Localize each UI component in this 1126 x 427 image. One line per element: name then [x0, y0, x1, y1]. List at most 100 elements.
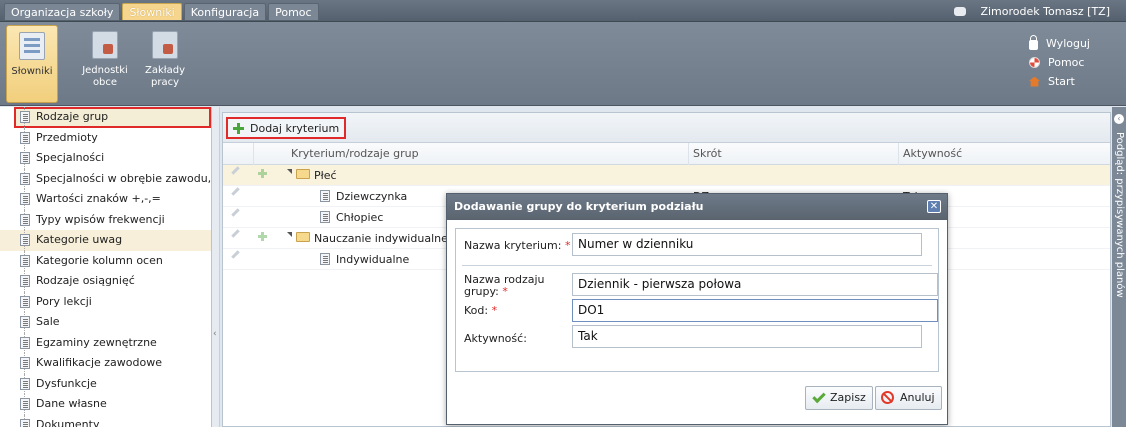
help-icon	[1029, 57, 1040, 68]
start-link[interactable]: Start	[1029, 72, 1090, 91]
document-icon	[20, 275, 30, 287]
sidebar-item-specjalnosci-zawodu[interactable]: Specjalności w obrębie zawodu, s	[0, 168, 211, 190]
sidebar-item-kwalifikacje[interactable]: Kwalifikacje zawodowe	[0, 353, 211, 374]
row-name: Dziewczynka	[336, 190, 408, 203]
document-icon	[320, 190, 330, 202]
check-icon	[812, 389, 826, 404]
criterion-field[interactable]: Numer w dzienniku	[572, 233, 922, 256]
edit-icon[interactable]	[231, 229, 240, 238]
column-header-short[interactable]: Skrót	[693, 147, 722, 160]
preview-panel-label: Podgląd: przypisywanych planów	[1114, 132, 1125, 298]
dialog-footer: Zapisz Anuluj	[455, 372, 942, 416]
code-input[interactable]: DO1	[572, 299, 938, 322]
document-icon	[20, 193, 30, 205]
sidebar-item-kategorie-kolumn[interactable]: Kategorie kolumn ocen	[0, 250, 211, 272]
menu-konfiguracja[interactable]: Konfiguracja	[183, 3, 267, 20]
edit-icon[interactable]	[231, 187, 240, 196]
sidebar-item-rodzaje-osiagniec[interactable]: Rodzaje osiągnięć	[0, 271, 211, 292]
sidebar-item-label: Specjalności	[36, 151, 105, 164]
sidebar-item-pory-lekcji[interactable]: Pory lekcji	[0, 291, 211, 313]
logout-link[interactable]: Wyloguj	[1029, 34, 1090, 53]
sidebar-item-dane-wlasne[interactable]: Dane własne	[0, 394, 211, 415]
add-group-icon[interactable]	[258, 232, 267, 241]
document-icon	[20, 131, 30, 144]
document-icon	[20, 316, 30, 328]
edit-icon[interactable]	[231, 250, 240, 259]
sidebar-item-label: Egzaminy zewnętrzne	[36, 335, 157, 349]
sidebar-item-dokumenty[interactable]: Dokumenty	[0, 414, 211, 427]
row-name: Indywidualne	[336, 253, 410, 266]
sidebar-item-przedmioty[interactable]: Przedmioty	[0, 127, 211, 149]
document-icon	[20, 336, 30, 349]
ribbon-button-zaklady-pracy[interactable]: Zakłady pracy	[139, 25, 191, 103]
add-group-icon[interactable]	[258, 169, 267, 178]
help-link[interactable]: Pomoc	[1029, 53, 1090, 72]
sidebar-item-label: Kwalifikacje zawodowe	[36, 356, 162, 369]
expand-arrow-icon[interactable]	[287, 169, 292, 174]
edit-icon[interactable]	[231, 166, 240, 175]
chat-icon[interactable]	[954, 7, 967, 16]
plus-icon	[233, 123, 244, 134]
menu-slowniki[interactable]: Słowniki	[122, 3, 182, 20]
top-menu-bar: Organizacja szkoły Słowniki Konfiguracja…	[0, 0, 1126, 22]
sidebar-item-label: Dane własne	[36, 397, 107, 410]
ribbon-button-jednostki-obce[interactable]: Jednostki obce	[79, 25, 131, 103]
sidebar-item-sale[interactable]: Sale	[0, 312, 211, 333]
ribbon-links: Wyloguj Pomoc Start	[1029, 34, 1090, 91]
code-label-text: Kod:	[464, 304, 489, 317]
cancel-icon	[881, 391, 894, 404]
document-icon	[320, 253, 330, 265]
sidebar-tree: Rodzaje grup Przedmioty Specjalności Spe…	[0, 107, 212, 427]
sidebar-item-label: Dokumenty	[36, 417, 100, 427]
dialog-title-bar[interactable]: Dodawanie grupy do kryterium podziału ✕	[447, 194, 947, 220]
sidebar-splitter[interactable]: ‹	[212, 107, 220, 427]
preview-side-panel[interactable]: ‹ Podgląd: przypisywanych planów	[1112, 107, 1126, 427]
document-icon	[20, 418, 30, 427]
cancel-label: Anuluj	[900, 391, 935, 404]
column-header-active[interactable]: Aktywność	[903, 147, 962, 160]
row-name: Chłopiec	[336, 211, 384, 224]
user-name[interactable]: Zimorodek Tomasz [TZ]	[980, 5, 1110, 18]
sidebar-item-kategorie-uwag[interactable]: Kategorie uwag	[0, 230, 211, 251]
sidebar-item-label: Rodzaje grup	[36, 110, 109, 123]
table-row[interactable]: Płeć	[223, 165, 1110, 186]
collapse-arrow-icon[interactable]: ‹	[213, 329, 217, 339]
column-header-name[interactable]: Kryterium/rodzaje grup	[291, 147, 419, 160]
expand-arrow-icon[interactable]	[287, 232, 292, 237]
sidebar-item-label: Specjalności w obrębie zawodu, s	[36, 171, 211, 185]
sidebar-item-dysfunkcje[interactable]: Dysfunkcje	[0, 373, 211, 395]
expand-panel-icon[interactable]: ‹	[1114, 114, 1124, 124]
sidebar-item-label: Dysfunkcje	[36, 376, 97, 390]
close-icon[interactable]: ✕	[927, 200, 941, 213]
edit-icon[interactable]	[231, 208, 240, 217]
sidebar-item-egzaminy[interactable]: Egzaminy zewnętrzne	[0, 332, 211, 354]
document-icon	[20, 234, 30, 246]
column-separator	[688, 143, 689, 165]
folder-icon	[296, 232, 310, 242]
active-select[interactable]: Tak	[572, 325, 922, 348]
code-label: Kod: *	[464, 304, 497, 317]
menu-organizacja-szkoly[interactable]: Organizacja szkoły	[4, 3, 121, 20]
cancel-button[interactable]: Anuluj	[875, 386, 942, 410]
sidebar-item-label: Kategorie kolumn ocen	[36, 253, 163, 267]
ribbon-button-slowniki[interactable]: Słowniki	[6, 25, 58, 103]
grid-toolbar: Dodaj kryterium	[223, 113, 1110, 143]
required-marker: *	[564, 239, 571, 252]
required-marker: *	[502, 285, 508, 298]
workplaces-icon	[152, 31, 178, 59]
document-icon	[320, 211, 330, 223]
sidebar-item-specjalnosci[interactable]: Specjalności	[0, 148, 211, 169]
column-separator	[898, 143, 899, 165]
add-group-dialog: Dodawanie grupy do kryterium podziału ✕ …	[446, 193, 948, 425]
group-name-input[interactable]: Dziennik - pierwsza połowa	[572, 273, 938, 296]
sidebar-item-rodzaje-grup[interactable]: Rodzaje grup	[14, 107, 211, 128]
sidebar-item-wartosci-znakow[interactable]: Wartości znaków +,-,=	[0, 189, 211, 210]
menu-pomoc[interactable]: Pomoc	[268, 3, 319, 20]
top-menu: Organizacja szkoły Słowniki Konfiguracja…	[4, 3, 319, 20]
grid-header: Kryterium/rodzaje grup Skrót Aktywność	[223, 143, 1110, 165]
add-criterion-button[interactable]: Dodaj kryterium	[226, 117, 347, 139]
sidebar-item-typy-wpisow[interactable]: Typy wpisów frekwencji	[0, 209, 211, 231]
save-button[interactable]: Zapisz	[805, 386, 873, 410]
dialog-title: Dodawanie grupy do kryterium podziału	[454, 200, 704, 213]
save-label: Zapisz	[830, 391, 866, 404]
